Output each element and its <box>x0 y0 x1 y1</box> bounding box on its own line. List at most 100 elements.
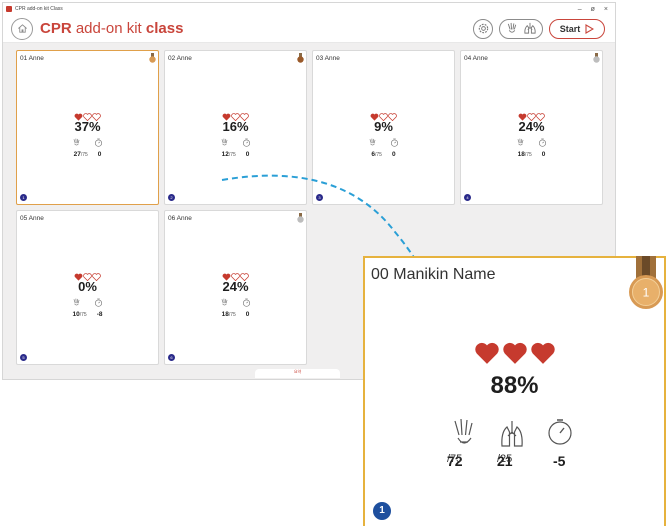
manikin-metric-values: 27/75 0 <box>17 151 158 158</box>
manikin-metric-icons <box>461 138 602 147</box>
timer-icon <box>94 138 103 147</box>
heart-filled-icon <box>530 342 555 364</box>
lungs-icon <box>524 22 536 34</box>
manikin-number: 3 <box>316 194 323 201</box>
app-brand: CPR add-on kit class <box>40 20 183 37</box>
zoom-hearts <box>365 341 664 365</box>
app-header: CPR add-on kit class Start <box>3 15 615 43</box>
manikin-number: 2 <box>168 194 175 201</box>
timer-icon <box>242 298 251 307</box>
heart-filled-icon <box>474 342 499 364</box>
summary-tab[interactable]: 요약 <box>255 369 340 378</box>
brand-cpr: CPR <box>40 20 72 37</box>
timer-value: -8 <box>96 311 103 318</box>
manikin-score-percent: 24% <box>222 279 249 294</box>
gold-medal-icon <box>149 53 156 63</box>
manikin-metric-icons <box>313 138 454 147</box>
zoom-metric-icons <box>454 418 572 447</box>
manikin-score-percent: 37% <box>74 119 101 134</box>
manikin-name: 04 Anne <box>464 55 488 62</box>
manikin-score-percent: 16% <box>222 119 249 134</box>
manikin-metric-values: 18/75 0 <box>165 311 306 318</box>
compressions-value: 27 <box>73 151 81 158</box>
manikin-metric-values: 18/75 0 <box>461 151 602 158</box>
manikin-card[interactable]: 03 Anne 9% 6/75 0 3 <box>312 50 455 205</box>
compressions-total: /75 <box>375 152 382 158</box>
timer-value: 0 <box>97 151 102 158</box>
manikin-name: 06 Anne <box>168 215 192 222</box>
minimize-button[interactable]: – <box>578 6 582 13</box>
compression-hands-icon <box>221 298 228 306</box>
heart-filled-icon <box>502 342 527 364</box>
manikin-card[interactable]: 01 Anne 37% 27/75 0 1 <box>16 50 159 205</box>
manikin-metric-icons <box>165 298 306 307</box>
compressions-value: 12 <box>221 151 229 158</box>
title-bar: CPR add-on kit Class – ø × <box>3 3 615 15</box>
zoom-ventilations-total: /25 <box>497 453 513 465</box>
gear-icon <box>478 23 488 34</box>
header-actions: Start <box>473 18 615 39</box>
app-icon <box>6 6 12 12</box>
start-label: Start <box>559 23 581 34</box>
zoom-manikin-number: 1 <box>373 502 391 520</box>
compression-hands-icon <box>517 138 524 146</box>
home-button[interactable] <box>11 17 33 40</box>
window-title: CPR add-on kit Class <box>15 6 63 12</box>
manikin-card[interactable]: 05 Anne 0% 10/75 -8 5 <box>16 210 159 365</box>
compressions-total: /75 <box>228 152 236 158</box>
compression-hands-icon <box>221 138 228 146</box>
manikin-number: 6 <box>168 354 175 361</box>
manikin-card[interactable]: 04 Anne 24% 18/75 0 4 <box>460 50 603 205</box>
home-icon <box>17 24 27 33</box>
zoom-medal-number: 1 <box>643 286 650 300</box>
manikin-number: 5 <box>20 354 27 361</box>
mode-toggle-button[interactable] <box>499 18 543 39</box>
timer-icon <box>390 138 399 147</box>
window-controls: – ø × <box>578 6 615 13</box>
compression-hands-icon <box>73 138 80 146</box>
manikin-metric-icons <box>17 138 158 147</box>
compressions-total: /75 <box>524 152 532 158</box>
manikin-name: 05 Anne <box>20 215 44 222</box>
compressions-value: 18 <box>517 151 525 158</box>
compression-hands-icon <box>507 22 517 33</box>
gold-medal-icon: 1 <box>629 256 663 309</box>
zoom-manikin-name: 00 Manikin Name <box>371 266 496 283</box>
compressions-total: /75 <box>228 312 236 318</box>
start-button[interactable]: Start <box>549 18 605 39</box>
manikin-metric-values: 12/75 0 <box>165 151 306 158</box>
brand-class: class <box>145 20 184 37</box>
zoomed-manikin-card[interactable]: 00 Manikin Name 1 88% 72/75 21/25 -5 1 <box>363 256 666 526</box>
compression-hands-icon <box>454 418 473 444</box>
manikin-metric-icons <box>165 138 306 147</box>
timer-icon <box>548 419 572 445</box>
manikin-score-percent: 0% <box>78 279 97 294</box>
manikin-score-percent: 9% <box>374 119 393 134</box>
compression-hands-icon <box>73 298 80 306</box>
manikin-metric-icons <box>17 298 158 307</box>
compressions-value: 18 <box>221 311 229 318</box>
manikin-card[interactable]: 06 Anne 24% 18/75 0 6 <box>164 210 307 365</box>
settings-button[interactable] <box>473 18 493 39</box>
manikin-number: 1 <box>20 194 27 201</box>
play-icon <box>585 23 595 34</box>
manikin-name: 01 Anne <box>20 55 44 62</box>
manikin-card[interactable]: 02 Anne 16% 12/75 0 2 <box>164 50 307 205</box>
maximize-button[interactable]: ø <box>591 6 595 13</box>
timer-value: 0 <box>245 311 250 318</box>
timer-icon <box>538 138 547 147</box>
manikin-metric-values: 10/75 -8 <box>17 311 158 318</box>
close-button[interactable]: × <box>604 6 608 13</box>
silver-medal-icon <box>593 53 600 63</box>
timer-value: 0 <box>541 151 546 158</box>
compressions-value: 10 <box>72 311 80 318</box>
manikin-number: 4 <box>464 194 471 201</box>
lungs-icon <box>501 421 523 447</box>
silver-medal-icon <box>297 213 304 223</box>
timer-value: 0 <box>391 151 396 158</box>
compressions-total: /75 <box>80 152 88 158</box>
zoom-metric-values: 72/75 21/25 -5 <box>447 453 587 473</box>
zoom-score-percent: 88% <box>490 372 539 399</box>
timer-icon <box>242 138 251 147</box>
compressions-total: /75 <box>79 312 87 318</box>
